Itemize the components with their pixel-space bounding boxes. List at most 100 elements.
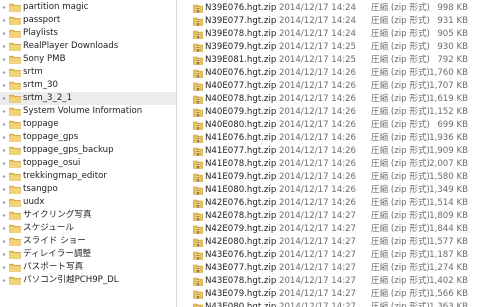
file-row[interactable]: N41E078.hgt.zip 2014/12/17 14:26 圧縮 (zip 形… bbox=[177, 158, 495, 171]
folder-icon bbox=[9, 55, 21, 64]
folder-tree-item[interactable]: ▸ Playlists bbox=[0, 27, 176, 40]
chevron-right-icon[interactable]: ▸ bbox=[1, 53, 8, 66]
folder-tree-item[interactable]: ▸ toppage_osui bbox=[0, 157, 176, 170]
folder-icon bbox=[9, 29, 21, 38]
folder-tree-item[interactable]: ▸ srtm_30 bbox=[0, 79, 176, 92]
chevron-right-icon[interactable]: ▸ bbox=[1, 14, 8, 27]
folder-tree-item[interactable]: ▸ RealPlayer Downloads bbox=[0, 40, 176, 53]
folder-icon bbox=[9, 237, 21, 246]
file-row[interactable]: N43E078.hgt.zip 2014/12/17 14:27 圧縮 (zip 形… bbox=[177, 275, 495, 288]
chevron-right-icon[interactable]: ▸ bbox=[1, 1, 8, 14]
folder-tree-item[interactable]: ▸ Sony PMB bbox=[0, 53, 176, 66]
chevron-right-icon[interactable]: ▸ bbox=[1, 183, 8, 196]
chevron-right-icon[interactable]: ▸ bbox=[1, 248, 8, 261]
file-row[interactable]: N42E080.hgt.zip 2014/12/17 14:27 圧縮 (zip 形… bbox=[177, 236, 495, 249]
file-row[interactable]: N42E076.hgt.zip 2014/12/17 14:26 圧縮 (zip 形… bbox=[177, 197, 495, 210]
file-row[interactable]: N40E080.hgt.zip 2014/12/17 14:26 圧縮 (zip 形… bbox=[177, 119, 495, 132]
chevron-right-icon[interactable]: ▸ bbox=[1, 274, 8, 287]
file-row[interactable]: N42E079.hgt.zip 2014/12/17 14:27 圧縮 (zip 形… bbox=[177, 223, 495, 236]
folder-tree-item-label: パスポート写真 bbox=[23, 262, 84, 272]
file-date: 2014/12/17 14:26 bbox=[279, 198, 357, 208]
folder-tree-item[interactable]: ▸ スケジュール bbox=[0, 222, 176, 235]
chevron-right-icon[interactable]: ▸ bbox=[1, 144, 8, 157]
file-row[interactable]: N43E077.hgt.zip 2014/12/17 14:27 圧縮 (zip 形… bbox=[177, 262, 495, 275]
file-size: 1,349 KB bbox=[429, 185, 468, 195]
chevron-right-icon[interactable]: ▸ bbox=[1, 66, 8, 79]
file-row[interactable]: N39E079.hgt.zip 2014/12/17 14:25 圧縮 (zip 形… bbox=[177, 41, 495, 54]
folder-tree-item[interactable]: ▸ toppage bbox=[0, 118, 176, 131]
zip-folder-icon bbox=[193, 147, 203, 156]
folder-tree-item[interactable]: ▸ サイクリング写真 bbox=[0, 209, 176, 222]
zip-folder-icon bbox=[193, 69, 203, 78]
folder-icon bbox=[9, 263, 21, 272]
folder-icon bbox=[9, 94, 21, 103]
folder-tree-item[interactable]: ▸ toppage_gps bbox=[0, 131, 176, 144]
folder-tree-item[interactable]: ▸ tsangpo bbox=[0, 183, 176, 196]
file-size: 1,577 KB bbox=[429, 237, 468, 247]
file-size: 792 KB bbox=[437, 55, 468, 65]
folder-tree-item[interactable]: ▸ passport bbox=[0, 14, 176, 27]
file-row[interactable]: N41E080.hgt.zip 2014/12/17 14:26 圧縮 (zip 形… bbox=[177, 184, 495, 197]
chevron-right-icon[interactable]: ▸ bbox=[1, 79, 8, 92]
chevron-right-icon[interactable]: ▸ bbox=[1, 261, 8, 274]
file-row[interactable]: N39E078.hgt.zip 2014/12/17 14:24 圧縮 (zip 形… bbox=[177, 28, 495, 41]
file-size: 1,909 KB bbox=[429, 146, 468, 156]
folder-tree-item[interactable]: ▸ uudx bbox=[0, 196, 176, 209]
file-date: 2014/12/17 14:26 bbox=[279, 159, 357, 169]
folder-tree-item[interactable]: ▸ srtm bbox=[0, 66, 176, 79]
chevron-right-icon[interactable]: ▸ bbox=[1, 105, 8, 118]
folder-icon bbox=[9, 198, 21, 207]
chevron-right-icon[interactable]: ▸ bbox=[1, 131, 8, 144]
folder-tree-item[interactable]: ▸ System Volume Information bbox=[0, 105, 176, 118]
folder-tree-item[interactable]: ▸ partition magic bbox=[0, 1, 176, 14]
folder-tree-item[interactable]: ▸ パスポート写真 bbox=[0, 261, 176, 274]
file-name: N40E076.hgt.zip bbox=[205, 68, 277, 78]
folder-tree-item[interactable]: ▸ trekkingmap_editor bbox=[0, 170, 176, 183]
chevron-right-icon[interactable]: ▸ bbox=[1, 222, 8, 235]
file-size: 1,707 KB bbox=[429, 81, 468, 91]
folder-tree-item[interactable]: ▸ srtm_3_2_1 bbox=[0, 92, 176, 105]
file-size: 1,274 KB bbox=[429, 263, 468, 273]
file-row[interactable]: N41E079.hgt.zip 2014/12/17 14:26 圧縮 (zip 形… bbox=[177, 171, 495, 184]
file-row[interactable]: N43E079.hgt.zip 2014/12/17 14:27 圧縮 (zip 形… bbox=[177, 288, 495, 301]
folder-tree-item[interactable]: ▸ toppage_gps_backup bbox=[0, 144, 176, 157]
zip-folder-icon bbox=[193, 238, 203, 247]
file-row[interactable]: N42E078.hgt.zip 2014/12/17 14:27 圧縮 (zip 形… bbox=[177, 210, 495, 223]
folder-tree-item-label: toppage bbox=[23, 119, 59, 129]
zip-folder-icon bbox=[193, 212, 203, 221]
file-row[interactable]: N40E076.hgt.zip 2014/12/17 14:26 圧縮 (zip 形… bbox=[177, 67, 495, 80]
folder-icon bbox=[9, 81, 21, 90]
file-row[interactable]: N43E080.hgt.zip 2014/12/17 14:27 圧縮 (zip 形… bbox=[177, 301, 495, 307]
chevron-right-icon[interactable]: ▸ bbox=[1, 196, 8, 209]
chevron-right-icon[interactable]: ▸ bbox=[1, 209, 8, 222]
chevron-right-icon[interactable]: ▸ bbox=[1, 27, 8, 40]
file-date: 2014/12/17 14:27 bbox=[279, 224, 357, 234]
file-date: 2014/12/17 14:26 bbox=[279, 107, 357, 117]
file-row[interactable]: N40E079.hgt.zip 2014/12/17 14:26 圧縮 (zip 形… bbox=[177, 106, 495, 119]
file-row[interactable]: N39E077.hgt.zip 2014/12/17 14:24 圧縮 (zip 形… bbox=[177, 15, 495, 28]
folder-tree-item[interactable]: ▸ パソコン引越PCH9P_DL bbox=[0, 274, 176, 287]
file-row[interactable]: N41E077.hgt.zip 2014/12/17 14:26 圧縮 (zip 形… bbox=[177, 145, 495, 158]
chevron-right-icon[interactable]: ▸ bbox=[1, 170, 8, 183]
file-size: 1,402 KB bbox=[429, 276, 468, 286]
chevron-right-icon[interactable]: ▸ bbox=[1, 40, 8, 53]
file-name: N41E076.hgt.zip bbox=[205, 133, 277, 143]
folder-tree-item-label: RealPlayer Downloads bbox=[23, 41, 119, 51]
file-date: 2014/12/17 14:26 bbox=[279, 68, 357, 78]
folder-tree-item[interactable]: ▸ ディレイラー調整 bbox=[0, 248, 176, 261]
chevron-right-icon[interactable]: ▸ bbox=[1, 92, 8, 105]
chevron-right-icon[interactable]: ▸ bbox=[1, 157, 8, 170]
file-row[interactable]: N40E077.hgt.zip 2014/12/17 14:26 圧縮 (zip 形… bbox=[177, 80, 495, 93]
file-name: N41E077.hgt.zip bbox=[205, 146, 277, 156]
folder-icon bbox=[9, 107, 21, 116]
chevron-right-icon[interactable]: ▸ bbox=[1, 118, 8, 131]
chevron-right-icon[interactable]: ▸ bbox=[1, 235, 8, 248]
folder-tree-item[interactable]: ▸ スライド ショー bbox=[0, 235, 176, 248]
file-row[interactable]: N40E078.hgt.zip 2014/12/17 14:26 圧縮 (zip 形… bbox=[177, 93, 495, 106]
folder-icon bbox=[9, 185, 21, 194]
folder-tree-item-label: Sony PMB bbox=[23, 54, 66, 64]
file-row[interactable]: N39E076.hgt.zip 2014/12/17 14:24 圧縮 (zip 形… bbox=[177, 2, 495, 15]
file-row[interactable]: N39E081.hgt.zip 2014/12/17 14:25 圧縮 (zip 形… bbox=[177, 54, 495, 67]
file-row[interactable]: N43E076.hgt.zip 2014/12/17 14:27 圧縮 (zip 形… bbox=[177, 249, 495, 262]
file-row[interactable]: N41E076.hgt.zip 2014/12/17 14:26 圧縮 (zip 形… bbox=[177, 132, 495, 145]
